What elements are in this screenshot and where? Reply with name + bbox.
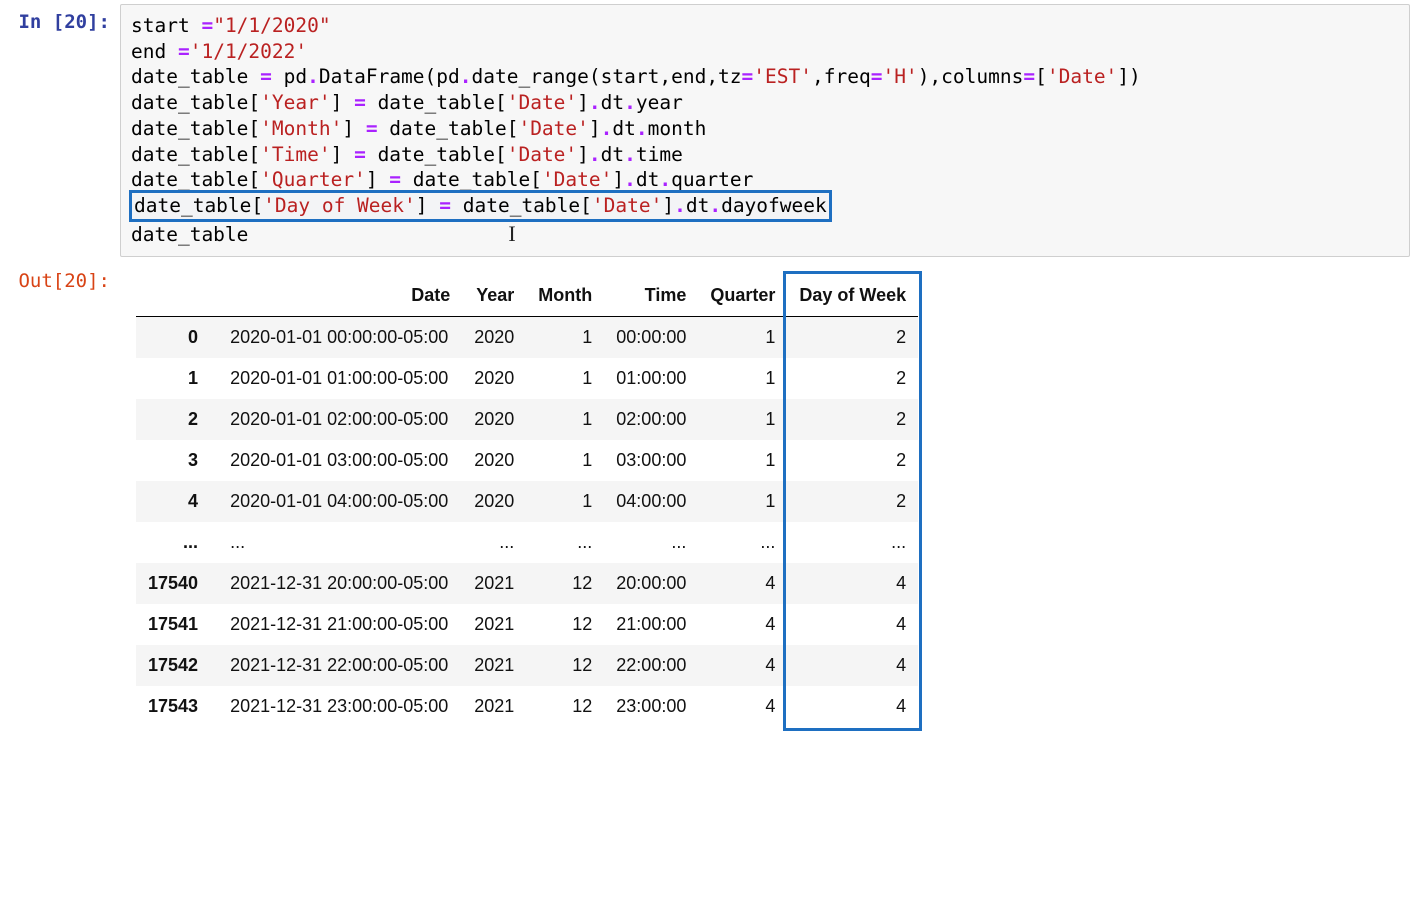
cell-quarter: 1 — [698, 399, 787, 440]
cell-time: 20:00:00 — [604, 563, 698, 604]
cell-month: ... — [526, 522, 604, 563]
notebook-output-cell: Out[20]: Date Year Month Time Quarter Da… — [0, 259, 1422, 729]
cell-month: 1 — [526, 440, 604, 481]
cell-month: 1 — [526, 358, 604, 399]
cell-quarter: 1 — [698, 316, 787, 358]
cell-time: 01:00:00 — [604, 358, 698, 399]
cell-month: 12 — [526, 645, 604, 686]
cell-idx: 17543 — [136, 686, 216, 727]
cell-time: 23:00:00 — [604, 686, 698, 727]
cell-date: 2020-01-01 04:00:00-05:00 — [216, 481, 462, 522]
cell-month: 12 — [526, 604, 604, 645]
cell-time: 03:00:00 — [604, 440, 698, 481]
table-row: 12020-01-01 01:00:00-05:002020101:00:001… — [136, 358, 918, 399]
cell-month: 1 — [526, 399, 604, 440]
cell-date: 2020-01-01 03:00:00-05:00 — [216, 440, 462, 481]
column-header-time: Time — [604, 275, 698, 317]
cell-year: 2020 — [462, 399, 526, 440]
cell-year: 2020 — [462, 358, 526, 399]
cell-year: 2021 — [462, 563, 526, 604]
cell-time: ... — [604, 522, 698, 563]
cell-idx: 17541 — [136, 604, 216, 645]
cell-quarter: 1 — [698, 358, 787, 399]
table-row: 175422021-12-31 22:00:00-05:0020211222:0… — [136, 645, 918, 686]
cell-quarter: ... — [698, 522, 787, 563]
code-content[interactable]: start ="1/1/2020" end ='1/1/2022' date_t… — [131, 13, 1399, 248]
cell-time: 02:00:00 — [604, 399, 698, 440]
cell-time: 00:00:00 — [604, 316, 698, 358]
table-row: 22020-01-01 02:00:00-05:002020102:00:001… — [136, 399, 918, 440]
cell-date: 2021-12-31 23:00:00-05:00 — [216, 686, 462, 727]
cell-dow: 2 — [787, 440, 918, 481]
cell-date: 2020-01-01 01:00:00-05:00 — [216, 358, 462, 399]
cell-dow: 4 — [787, 686, 918, 727]
cell-date: ... — [216, 522, 462, 563]
input-prompt: In [20]: — [0, 2, 120, 257]
notebook-input-cell: In [20]: start ="1/1/2020" end ='1/1/202… — [0, 0, 1422, 259]
cell-month: 1 — [526, 316, 604, 358]
table-header-row: Date Year Month Time Quarter Day of Week — [136, 275, 918, 317]
cell-year: 2021 — [462, 604, 526, 645]
cell-year: 2020 — [462, 440, 526, 481]
cell-date: 2020-01-01 02:00:00-05:00 — [216, 399, 462, 440]
cell-quarter: 4 — [698, 645, 787, 686]
cell-idx: 17540 — [136, 563, 216, 604]
column-header-year: Year — [462, 275, 526, 317]
cell-dow: 4 — [787, 645, 918, 686]
cell-idx: 3 — [136, 440, 216, 481]
cell-idx: 2 — [136, 399, 216, 440]
column-header-dayofweek: Day of Week — [787, 275, 918, 317]
table-row: 175412021-12-31 21:00:00-05:0020211221:0… — [136, 604, 918, 645]
cell-month: 12 — [526, 686, 604, 727]
cell-dow: 4 — [787, 563, 918, 604]
cell-dow: 2 — [787, 358, 918, 399]
cell-year: 2020 — [462, 481, 526, 522]
cell-month: 1 — [526, 481, 604, 522]
cell-dow: 2 — [787, 399, 918, 440]
text-cursor-icon: I — [508, 219, 515, 248]
column-header-quarter: Quarter — [698, 275, 787, 317]
cell-dow: 4 — [787, 604, 918, 645]
cell-time: 21:00:00 — [604, 604, 698, 645]
table-row: ..................... — [136, 522, 918, 563]
cell-month: 12 — [526, 563, 604, 604]
cell-date: 2020-01-01 00:00:00-05:00 — [216, 316, 462, 358]
cell-quarter: 1 — [698, 440, 787, 481]
column-header-date: Date — [216, 275, 462, 317]
highlighted-code-line: date_table['Day of Week'] = date_table['… — [129, 190, 832, 222]
cell-dow: ... — [787, 522, 918, 563]
cell-year: 2020 — [462, 316, 526, 358]
cell-time: 22:00:00 — [604, 645, 698, 686]
column-header-index — [136, 275, 216, 317]
cell-quarter: 4 — [698, 563, 787, 604]
cell-dow: 2 — [787, 316, 918, 358]
code-input-area[interactable]: start ="1/1/2020" end ='1/1/2022' date_t… — [120, 4, 1410, 257]
cell-dow: 2 — [787, 481, 918, 522]
cell-year: 2021 — [462, 645, 526, 686]
cell-date: 2021-12-31 22:00:00-05:00 — [216, 645, 462, 686]
cell-quarter: 1 — [698, 481, 787, 522]
cell-date: 2021-12-31 20:00:00-05:00 — [216, 563, 462, 604]
cell-idx: 0 — [136, 316, 216, 358]
table-row: 32020-01-01 03:00:00-05:002020103:00:001… — [136, 440, 918, 481]
cell-idx: 4 — [136, 481, 216, 522]
column-header-month: Month — [526, 275, 604, 317]
output-prompt: Out[20]: — [0, 261, 120, 727]
cell-quarter: 4 — [698, 686, 787, 727]
cell-year: ... — [462, 522, 526, 563]
cell-idx: 17542 — [136, 645, 216, 686]
table-row: 42020-01-01 04:00:00-05:002020104:00:001… — [136, 481, 918, 522]
cell-quarter: 4 — [698, 604, 787, 645]
dataframe-table: Date Year Month Time Quarter Day of Week… — [136, 275, 918, 727]
cell-idx: 1 — [136, 358, 216, 399]
cell-idx: ... — [136, 522, 216, 563]
cell-date: 2021-12-31 21:00:00-05:00 — [216, 604, 462, 645]
table-row: 175432021-12-31 23:00:00-05:0020211223:0… — [136, 686, 918, 727]
table-row: 02020-01-01 00:00:00-05:002020100:00:001… — [136, 316, 918, 358]
cell-year: 2021 — [462, 686, 526, 727]
table-row: 175402021-12-31 20:00:00-05:0020211220:0… — [136, 563, 918, 604]
cell-time: 04:00:00 — [604, 481, 698, 522]
output-area: Date Year Month Time Quarter Day of Week… — [120, 261, 1422, 727]
